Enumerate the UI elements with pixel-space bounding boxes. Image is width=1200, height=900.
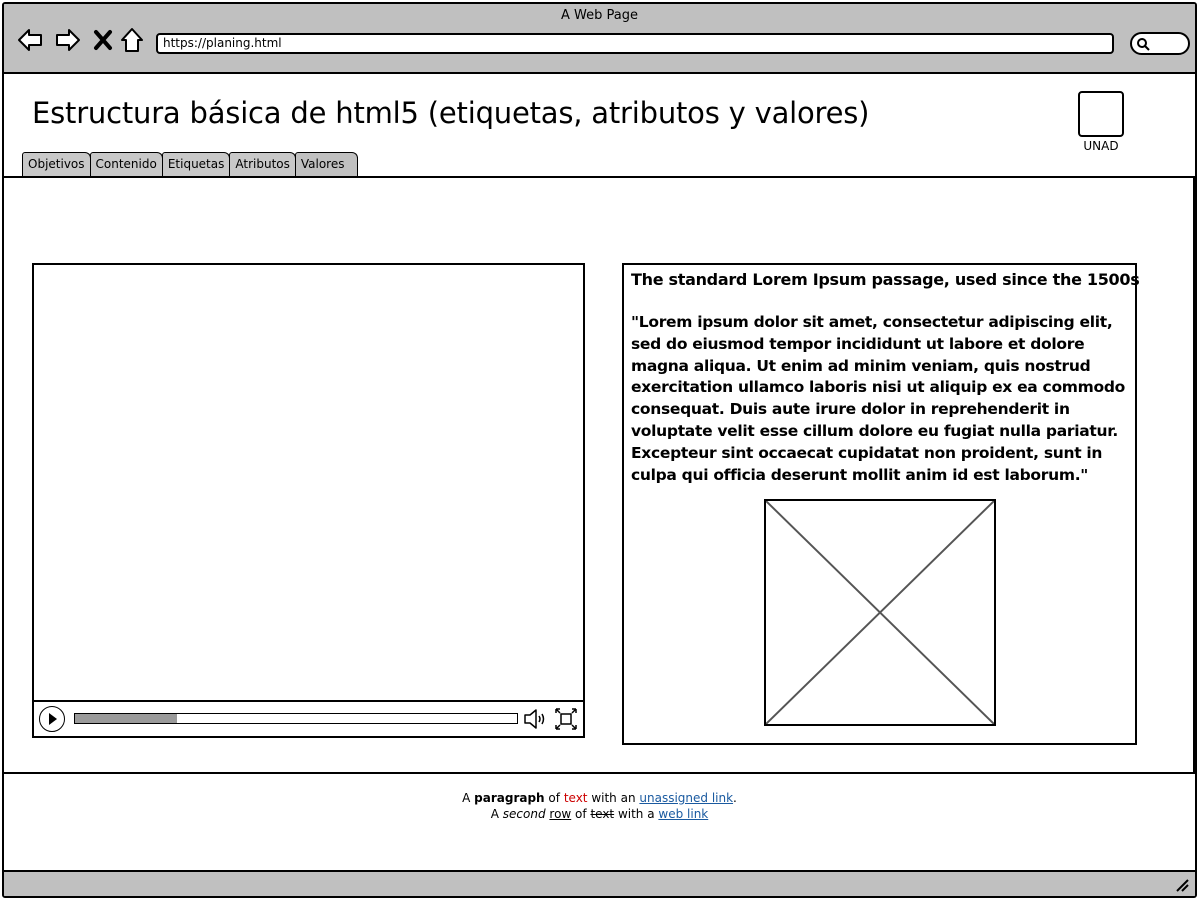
- footer-text-segment: A: [462, 791, 475, 805]
- back-icon[interactable]: [16, 26, 44, 54]
- tab-etiquetas[interactable]: Etiquetas: [161, 152, 231, 176]
- unassigned-link[interactable]: unassigned link: [639, 791, 733, 805]
- footer-line-2: A second row of text with a web link: [4, 806, 1195, 822]
- footer-red-text: text: [563, 791, 588, 805]
- volume-icon[interactable]: [523, 707, 549, 731]
- video-controls: [34, 700, 583, 736]
- browser-search-field[interactable]: [1130, 32, 1190, 55]
- tab-atributos[interactable]: Atributos: [229, 152, 296, 176]
- web-link[interactable]: web link: [658, 807, 708, 821]
- image-placeholder: [764, 499, 996, 726]
- footer-strike-text: text: [590, 807, 615, 821]
- video-progress-bar[interactable]: [74, 713, 518, 724]
- tab-bar: Objetivos Contenido Etiquetas Atributos …: [22, 152, 358, 176]
- tab-content-panel: The standard Lorem Ipsum passage, used s…: [4, 176, 1195, 774]
- footer-italic-text: second: [502, 807, 546, 821]
- address-bar[interactable]: https://planing.html: [156, 33, 1114, 54]
- logo-image: [1078, 91, 1124, 137]
- footer-underline-text: row: [549, 807, 572, 821]
- footer-text-segment: A: [490, 807, 503, 821]
- article-body: "Lorem ipsum dolor sit amet, consectetur…: [631, 313, 1125, 484]
- search-icon: [1137, 38, 1150, 51]
- footer-text-segment: .: [733, 791, 737, 805]
- video-progress-fill: [75, 714, 177, 723]
- article-box: The standard Lorem Ipsum passage, used s…: [622, 263, 1140, 745]
- resize-grip-icon[interactable]: [1175, 878, 1189, 892]
- forward-icon[interactable]: [54, 26, 82, 54]
- status-bar: [4, 870, 1195, 896]
- browser-window: A Web Page https://planing.html Estructu…: [2, 2, 1197, 898]
- article-heading: The standard Lorem Ipsum passage, used s…: [631, 270, 1140, 289]
- tab-objetivos[interactable]: Objetivos: [22, 152, 91, 176]
- footer-text-segment: of: [571, 807, 591, 821]
- footer-text: A paragraph of text with an unassigned l…: [4, 790, 1195, 822]
- page-title: Estructura básica de html5 (etiquetas, a…: [32, 96, 870, 130]
- footer-text-segment: of: [544, 791, 564, 805]
- tab-contenido[interactable]: Contenido: [89, 152, 163, 176]
- fullscreen-icon[interactable]: [554, 707, 578, 731]
- footer-text-segment: with an: [587, 791, 640, 805]
- tab-valores[interactable]: Valores: [294, 152, 358, 176]
- video-player[interactable]: [32, 263, 585, 738]
- window-title: A Web Page: [561, 8, 638, 23]
- footer-text-segment: with a: [614, 807, 659, 821]
- footer-bold-text: paragraph: [474, 791, 545, 805]
- home-icon[interactable]: [118, 26, 146, 54]
- browser-chrome: A Web Page https://planing.html: [4, 4, 1195, 74]
- logo-label: UNAD: [1083, 139, 1119, 153]
- play-icon[interactable]: [39, 706, 65, 732]
- footer-line-1: A paragraph of text with an unassigned l…: [4, 790, 1195, 806]
- stop-icon[interactable]: [89, 26, 117, 54]
